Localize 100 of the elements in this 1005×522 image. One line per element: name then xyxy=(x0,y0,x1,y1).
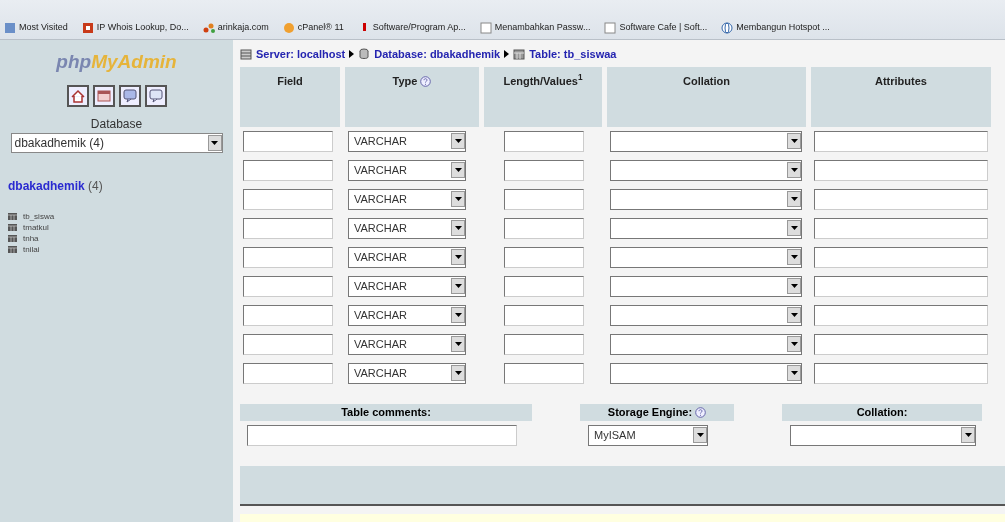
bookmark-link[interactable]: arinkaja.com xyxy=(202,16,269,39)
column-header: Collation xyxy=(607,66,806,127)
text-field[interactable] xyxy=(814,275,988,297)
text-field[interactable] xyxy=(243,333,333,355)
dropdown[interactable]: VARCHAR xyxy=(348,188,466,210)
dropdown-arrow-icon xyxy=(454,255,462,259)
dropdown-arrow-icon xyxy=(696,433,704,437)
option-label: Table comments: xyxy=(240,403,532,421)
dropdown[interactable] xyxy=(610,130,802,152)
dropdown[interactable] xyxy=(610,217,802,239)
dropdown[interactable]: VARCHAR xyxy=(348,159,466,181)
globe-icon xyxy=(721,21,734,34)
breadcrumb-link[interactable]: Table: tb_siswaa xyxy=(529,46,617,63)
dropdown-arrow-icon xyxy=(454,226,462,230)
bookmark-link[interactable]: Software/Program Ap... xyxy=(357,16,466,39)
table-link[interactable]: tnilai xyxy=(23,243,40,255)
text-field[interactable] xyxy=(243,362,333,384)
bookmark-link[interactable]: Most Visited xyxy=(4,16,68,39)
text-field[interactable] xyxy=(814,159,988,181)
database-label: Database xyxy=(90,115,143,133)
text-field[interactable] xyxy=(504,130,584,152)
breadcrumb-link[interactable]: Database: dbakadhemik xyxy=(374,46,501,63)
text-field[interactable] xyxy=(814,304,988,326)
home-icon xyxy=(69,87,86,104)
text-field[interactable] xyxy=(243,130,333,152)
table-icon xyxy=(8,234,17,242)
option-label: Storage Engine: xyxy=(607,405,693,418)
text-field[interactable] xyxy=(504,362,584,384)
toolbar-button[interactable] xyxy=(66,84,89,107)
dropdown-arrow-icon xyxy=(790,313,798,317)
text-field[interactable] xyxy=(504,188,584,210)
dropdown[interactable]: VARCHAR xyxy=(348,130,466,152)
text-field[interactable] xyxy=(243,159,333,181)
dropdown[interactable]: VARCHAR xyxy=(348,362,466,384)
dropdown-arrow-icon xyxy=(454,168,462,172)
text-field[interactable] xyxy=(504,275,584,297)
database-select[interactable]: dbakadhemik (4) xyxy=(10,132,223,153)
dropdown-arrow-icon xyxy=(790,226,798,230)
dropdown[interactable] xyxy=(610,246,802,268)
dropdown[interactable]: VARCHAR xyxy=(348,246,466,268)
text-field[interactable] xyxy=(814,188,988,210)
page-icon xyxy=(4,21,16,34)
column-header: Field xyxy=(240,66,340,127)
breadcrumb-link[interactable]: Server: localhost xyxy=(256,46,346,63)
dropdown[interactable]: VARCHAR xyxy=(348,217,466,239)
toolbar-button[interactable] xyxy=(144,84,167,107)
text-field[interactable] xyxy=(504,159,584,181)
dropdown[interactable] xyxy=(610,362,802,384)
dropdown[interactable]: VARCHAR xyxy=(348,333,466,355)
dropdown-arrow-icon xyxy=(790,342,798,346)
bookmark-link[interactable]: cPanel® 11 xyxy=(282,16,344,39)
dropdown-arrow-icon xyxy=(454,139,462,143)
bookmark-link[interactable]: IP Whois Lookup, Do... xyxy=(81,16,189,39)
dropdown-arrow-icon xyxy=(790,197,798,201)
window-icon xyxy=(95,87,112,104)
dropdown-arrow-icon xyxy=(790,371,798,375)
table-icon xyxy=(8,223,17,231)
comments-field[interactable] xyxy=(247,424,517,446)
dropdown[interactable]: VARCHAR xyxy=(348,304,466,326)
text-field[interactable] xyxy=(243,188,333,210)
dropdown[interactable] xyxy=(610,333,802,355)
table-icon xyxy=(513,48,526,61)
text-field[interactable] xyxy=(243,275,333,297)
dropdown[interactable] xyxy=(610,304,802,326)
column-header: Attributes xyxy=(811,66,991,127)
table-link[interactable]: tmatkul xyxy=(23,221,49,233)
text-field[interactable] xyxy=(814,130,988,152)
text-field[interactable] xyxy=(243,246,333,268)
dropdown[interactable] xyxy=(610,159,802,181)
dropdown[interactable]: VARCHAR xyxy=(348,275,466,297)
server-icon xyxy=(240,48,252,61)
text-field[interactable] xyxy=(243,304,333,326)
bookmark-link[interactable]: Membangun Hotspot ... xyxy=(721,16,830,39)
dropdown-arrow-icon xyxy=(454,197,462,201)
dropdown-arrow-icon xyxy=(454,284,462,288)
arrow-right-icon xyxy=(504,50,510,59)
text-field[interactable] xyxy=(504,217,584,239)
storage-engine-select[interactable]: MyISAM xyxy=(588,424,708,446)
toolbar-button[interactable] xyxy=(118,84,141,107)
text-field[interactable] xyxy=(504,333,584,355)
bookmark-link[interactable]: Software Cafe | Soft... xyxy=(604,16,708,39)
text-field[interactable] xyxy=(814,362,988,384)
table-link[interactable]: tnha xyxy=(23,232,39,244)
table-icon xyxy=(8,245,17,253)
table-link[interactable]: tb_siswa xyxy=(23,210,55,222)
text-field[interactable] xyxy=(504,246,584,268)
collation-select[interactable] xyxy=(790,424,976,446)
toolbar-button[interactable] xyxy=(92,84,115,107)
text-field[interactable] xyxy=(814,333,988,355)
speech-bubble-icon xyxy=(121,87,138,104)
text-field[interactable] xyxy=(814,246,988,268)
dropdown-arrow-icon xyxy=(790,255,798,259)
bookmark-link[interactable]: Menambahkan Passw... xyxy=(479,16,591,39)
dropdown[interactable] xyxy=(610,275,802,297)
dropdown[interactable] xyxy=(610,188,802,210)
text-field[interactable] xyxy=(814,217,988,239)
text-field[interactable] xyxy=(243,217,333,239)
text-field[interactable] xyxy=(504,304,584,326)
dots-icon xyxy=(202,21,215,34)
database-link[interactable]: dbakadhemik (4) xyxy=(8,179,103,192)
